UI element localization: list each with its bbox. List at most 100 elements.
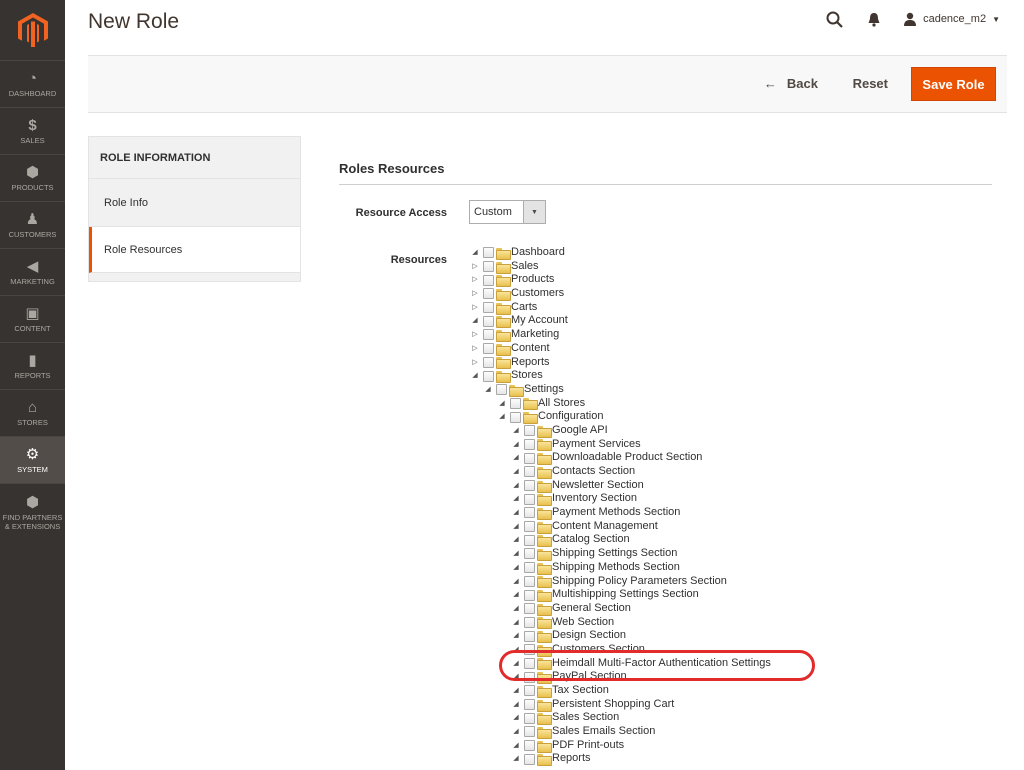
resource-checkbox[interactable]	[524, 480, 535, 492]
tree-node-label[interactable]: Shipping Policy Parameters Section	[552, 575, 727, 589]
tree-node-label[interactable]: My Account	[511, 314, 568, 328]
tree-node-label[interactable]: PDF Print-outs	[552, 739, 624, 753]
expand-open-icon[interactable]: ◢	[511, 424, 521, 438]
tree-node-label[interactable]: Reports	[552, 752, 591, 766]
expand-open-icon[interactable]: ◢	[511, 588, 521, 602]
expand-open-icon[interactable]: ◢	[497, 410, 507, 424]
tree-node-label[interactable]: Sales	[511, 260, 539, 274]
tree-node-label[interactable]: Settings	[524, 383, 564, 397]
resource-checkbox[interactable]	[483, 370, 494, 382]
tree-node-label[interactable]: Contacts Section	[552, 465, 635, 479]
expand-open-icon[interactable]: ◢	[511, 520, 521, 534]
resource-checkbox[interactable]	[524, 589, 535, 601]
tree-node-label[interactable]: Shipping Methods Section	[552, 561, 680, 575]
expand-open-icon[interactable]: ◢	[511, 725, 521, 739]
tree-node-label[interactable]: Tax Section	[552, 684, 609, 698]
expand-closed-icon[interactable]: ▷	[470, 356, 480, 370]
resource-checkbox[interactable]	[524, 740, 535, 752]
expand-open-icon[interactable]: ◢	[511, 547, 521, 561]
expand-open-icon[interactable]: ◢	[511, 451, 521, 465]
tree-node-label[interactable]: Design Section	[552, 629, 626, 643]
expand-open-icon[interactable]: ◢	[511, 698, 521, 712]
resource-checkbox[interactable]	[483, 288, 494, 300]
save-role-button[interactable]: Save Role	[911, 67, 996, 101]
resource-checkbox[interactable]	[524, 534, 535, 546]
resource-checkbox[interactable]	[524, 548, 535, 560]
expand-open-icon[interactable]: ◢	[483, 383, 493, 397]
tree-node-label[interactable]: Sales Section	[552, 711, 619, 725]
tree-node-label[interactable]: Shipping Settings Section	[552, 547, 677, 561]
expand-open-icon[interactable]: ◢	[511, 561, 521, 575]
expand-open-icon[interactable]: ◢	[511, 575, 521, 589]
tree-node-label[interactable]: Downloadable Product Section	[552, 451, 702, 465]
resource-checkbox[interactable]	[496, 384, 507, 396]
resource-checkbox[interactable]	[524, 699, 535, 711]
resource-checkbox[interactable]	[510, 397, 521, 409]
tree-node-label[interactable]: Newsletter Section	[552, 479, 644, 493]
sidebar-item-marketing[interactable]: ◀ MARKETING	[0, 248, 65, 295]
expand-open-icon[interactable]: ◢	[470, 314, 480, 328]
sidebar-item-reports[interactable]: ▮ REPORTS	[0, 342, 65, 389]
resource-checkbox[interactable]	[524, 630, 535, 642]
sidebar-item-find-partners-extensions[interactable]: ⬢ FIND PARTNERS & EXTENSIONS	[0, 483, 65, 541]
resource-checkbox[interactable]	[524, 685, 535, 697]
expand-closed-icon[interactable]: ▷	[470, 342, 480, 356]
expand-open-icon[interactable]: ◢	[497, 397, 507, 411]
sidebar-item-content[interactable]: ▣ CONTENT	[0, 295, 65, 342]
tree-node-label[interactable]: Payment Services	[552, 438, 641, 452]
resource-checkbox[interactable]	[524, 753, 535, 765]
expand-closed-icon[interactable]: ▷	[470, 287, 480, 301]
tree-node-label[interactable]: Web Section	[552, 616, 614, 630]
resource-access-select[interactable]: Custom ▼	[469, 200, 546, 224]
tree-node-label[interactable]: Content	[511, 342, 550, 356]
tree-node-label[interactable]: Content Management	[552, 520, 658, 534]
resource-checkbox[interactable]	[510, 411, 521, 423]
bell-icon[interactable]	[863, 8, 885, 30]
reset-button[interactable]: Reset	[853, 76, 888, 91]
resource-checkbox[interactable]	[524, 425, 535, 437]
tree-node-label[interactable]: General Section	[552, 602, 631, 616]
tree-node-label[interactable]: Stores	[511, 369, 543, 383]
expand-open-icon[interactable]: ◢	[511, 533, 521, 547]
resource-checkbox[interactable]	[524, 507, 535, 519]
resource-checkbox[interactable]	[524, 726, 535, 738]
expand-open-icon[interactable]: ◢	[511, 684, 521, 698]
resource-checkbox[interactable]	[524, 616, 535, 628]
expand-open-icon[interactable]: ◢	[511, 739, 521, 753]
expand-closed-icon[interactable]: ▷	[470, 328, 480, 342]
resource-checkbox[interactable]	[483, 302, 494, 314]
tree-node-label[interactable]: Reports	[511, 356, 550, 370]
resource-checkbox[interactable]	[483, 247, 494, 259]
expand-open-icon[interactable]: ◢	[511, 479, 521, 493]
search-icon[interactable]	[823, 8, 845, 30]
expand-open-icon[interactable]: ◢	[511, 602, 521, 616]
tree-node-label[interactable]: Products	[511, 273, 554, 287]
expand-closed-icon[interactable]: ▷	[470, 301, 480, 315]
resource-checkbox[interactable]	[524, 562, 535, 574]
tree-node-label[interactable]: Payment Methods Section	[552, 506, 680, 520]
tree-node-label[interactable]: Catalog Section	[552, 533, 630, 547]
expand-open-icon[interactable]: ◢	[511, 711, 521, 725]
sidebar-item-sales[interactable]: $ SALES	[0, 107, 65, 154]
tree-node-label[interactable]: Google API	[552, 424, 608, 438]
expand-open-icon[interactable]: ◢	[511, 506, 521, 520]
sidebar-item-customers[interactable]: ♟ CUSTOMERS	[0, 201, 65, 248]
sidebar-item-dashboard[interactable]: ◔ DASHBOARD	[0, 60, 65, 107]
expand-open-icon[interactable]: ◢	[511, 465, 521, 479]
tree-node-label[interactable]: Dashboard	[511, 246, 565, 260]
tree-node-label[interactable]: Inventory Section	[552, 492, 637, 506]
back-button[interactable]: ← Back	[764, 76, 818, 91]
resource-checkbox[interactable]	[483, 356, 494, 368]
user-menu[interactable]: cadence_m2 ▼	[903, 12, 1000, 26]
expand-open-icon[interactable]: ◢	[470, 369, 480, 383]
resource-checkbox[interactable]	[524, 603, 535, 615]
resource-checkbox[interactable]	[483, 274, 494, 286]
expand-open-icon[interactable]: ◢	[511, 752, 521, 766]
resource-checkbox[interactable]	[483, 315, 494, 327]
expand-closed-icon[interactable]: ▷	[470, 260, 480, 274]
resource-checkbox[interactable]	[524, 452, 535, 464]
resource-checkbox[interactable]	[524, 521, 535, 533]
resource-checkbox[interactable]	[524, 575, 535, 587]
resource-checkbox[interactable]	[524, 438, 535, 450]
expand-open-icon[interactable]: ◢	[470, 246, 480, 260]
